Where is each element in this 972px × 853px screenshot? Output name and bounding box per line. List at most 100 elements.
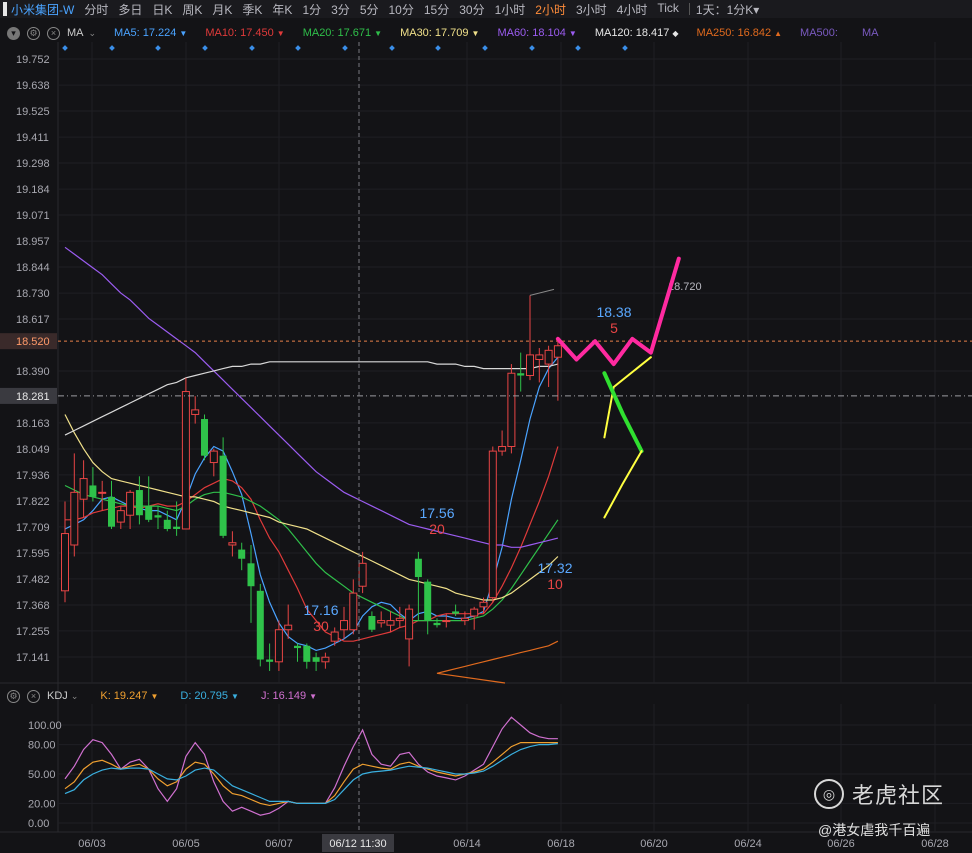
marker-diamond-icon bbox=[295, 45, 301, 51]
candle-body bbox=[154, 515, 162, 518]
projection-yellow-lower bbox=[603, 450, 643, 519]
watermark: ◎ 老虎社区 bbox=[814, 778, 944, 810]
candle-body bbox=[89, 485, 97, 497]
candle-body bbox=[544, 349, 553, 365]
marker-diamond-icon bbox=[435, 45, 441, 51]
candle-body bbox=[256, 590, 264, 660]
candle-body bbox=[266, 659, 274, 662]
price-chart[interactable]: 19.752 19.638 19.525 19.411 19.298 19.184 19.0… bbox=[0, 0, 972, 853]
kdj-items: K: 19.247 ▼ D: 20.795 ▼ J: 16.149 ▼ bbox=[78, 690, 317, 702]
candle-body bbox=[460, 617, 469, 622]
candle-body bbox=[405, 608, 414, 640]
candle-body bbox=[209, 450, 218, 464]
indicator-label[interactable]: KDJ ⌄ bbox=[47, 690, 78, 702]
candle-body bbox=[340, 620, 348, 631]
candle-body bbox=[238, 549, 246, 559]
candle-body bbox=[330, 631, 339, 642]
kdj-tick-label: 50.00 bbox=[28, 769, 56, 781]
candle-body bbox=[553, 345, 562, 358]
price-tick-label: 17.595 bbox=[16, 548, 50, 560]
close-icon[interactable]: × bbox=[27, 689, 40, 703]
candle-body bbox=[349, 592, 358, 631]
candle-body bbox=[135, 490, 143, 516]
price-tick-label: 19.525 bbox=[16, 106, 50, 118]
trend-arrow-icon: ▼ bbox=[309, 692, 318, 701]
candle-body bbox=[294, 645, 301, 649]
high-pointer bbox=[529, 288, 555, 296]
settings-icon[interactable]: ⚙ bbox=[7, 689, 20, 703]
price-tick-label: 18.163 bbox=[16, 418, 50, 430]
candle-body bbox=[79, 478, 88, 500]
current-price-label: 18.520 bbox=[16, 336, 50, 348]
price-tick-label: 17.936 bbox=[16, 470, 50, 482]
candle-body bbox=[303, 645, 311, 662]
annotation-count: 5 bbox=[610, 320, 618, 336]
candle-body bbox=[116, 510, 125, 523]
price-tick-label: 18.844 bbox=[16, 262, 50, 274]
price-tick-label: 17.255 bbox=[16, 626, 50, 638]
price-tick-label: 17.822 bbox=[16, 496, 50, 508]
candle-body bbox=[424, 581, 432, 621]
date-tick-label: 06/18 bbox=[547, 838, 575, 850]
trend-arrow-icon: ▼ bbox=[231, 692, 239, 701]
kdj-legend-item[interactable]: K: 19.247 ▼ bbox=[100, 690, 158, 702]
price-tick-label: 19.071 bbox=[16, 210, 50, 222]
kdj-tick-label: 20.00 bbox=[28, 798, 56, 810]
kdj-value: 19.247 bbox=[113, 690, 148, 702]
annotation-price: 17.16 bbox=[303, 602, 338, 618]
marker-diamond-icon bbox=[202, 45, 208, 51]
marker-diamond-icon bbox=[109, 45, 115, 51]
price-tick-label: 19.298 bbox=[16, 158, 50, 170]
kdj-tick-label: 0.00 bbox=[28, 818, 49, 830]
kdj-legend-item[interactable]: J: 16.149 ▼ bbox=[261, 690, 317, 702]
annotation-count: 10 bbox=[547, 576, 563, 592]
date-tick-label: 06/14 bbox=[453, 838, 481, 850]
candle-body bbox=[479, 601, 488, 608]
candle-body bbox=[181, 391, 190, 530]
candle-body bbox=[61, 533, 69, 592]
watermark-brand: 老虎社区 bbox=[852, 783, 945, 808]
candle-body bbox=[442, 620, 451, 623]
candle-body bbox=[526, 354, 534, 377]
marker-diamond-icon bbox=[249, 45, 255, 51]
marker-diamond-icon bbox=[342, 45, 348, 51]
kdj-name: K: bbox=[100, 690, 111, 702]
ma-line-ma250 bbox=[436, 640, 559, 684]
date-tick-label: 06/20 bbox=[640, 838, 668, 850]
price-tick-label: 18.730 bbox=[16, 288, 50, 300]
candle-body bbox=[312, 657, 320, 662]
marker-diamond-icon bbox=[482, 45, 488, 51]
candle-body bbox=[284, 624, 293, 631]
candle-body bbox=[126, 491, 135, 516]
price-tick-label: 17.482 bbox=[16, 574, 50, 586]
candle-body bbox=[386, 620, 395, 626]
marker-diamond-icon bbox=[389, 45, 395, 51]
candle-body bbox=[70, 491, 79, 546]
candle-body bbox=[321, 656, 330, 663]
price-tick-label: 19.638 bbox=[16, 80, 50, 92]
annotation-price: 18.38 bbox=[596, 304, 631, 320]
ma-line-ma120 bbox=[64, 361, 559, 436]
tiger-logo-icon: ◎ bbox=[814, 779, 844, 809]
price-tick-label: 19.411 bbox=[16, 132, 49, 144]
kdj-line-j bbox=[64, 716, 558, 816]
candle-body bbox=[108, 496, 115, 527]
price-tick-label: 18.617 bbox=[16, 314, 50, 326]
candle-body bbox=[517, 373, 525, 376]
date-tick-label: 06/24 bbox=[734, 838, 762, 850]
kdj-legend-bar: ⚙ × KDJ ⌄ K: 19.247 ▼ D: 20.795 ▼ J: 16.149 ▼ bbox=[0, 688, 972, 704]
candle-body bbox=[488, 450, 497, 599]
marker-diamond-icon bbox=[529, 45, 535, 51]
marker-diamond-icon bbox=[155, 45, 161, 51]
kdj-legend-item[interactable]: D: 20.795 ▼ bbox=[180, 690, 239, 702]
marker-diamond-icon bbox=[62, 45, 68, 51]
candle-body bbox=[191, 409, 200, 415]
kdj-name: J: bbox=[260, 690, 270, 702]
kdj-value: 16.149 bbox=[272, 690, 307, 702]
crosshair-time-label: 06/12 11:30 bbox=[329, 838, 386, 850]
candle-body bbox=[507, 372, 516, 448]
marker-diamond-icon bbox=[575, 45, 581, 51]
candle-body bbox=[145, 506, 153, 520]
candle-body bbox=[395, 617, 404, 622]
kdj-value: 20.795 bbox=[194, 690, 229, 702]
